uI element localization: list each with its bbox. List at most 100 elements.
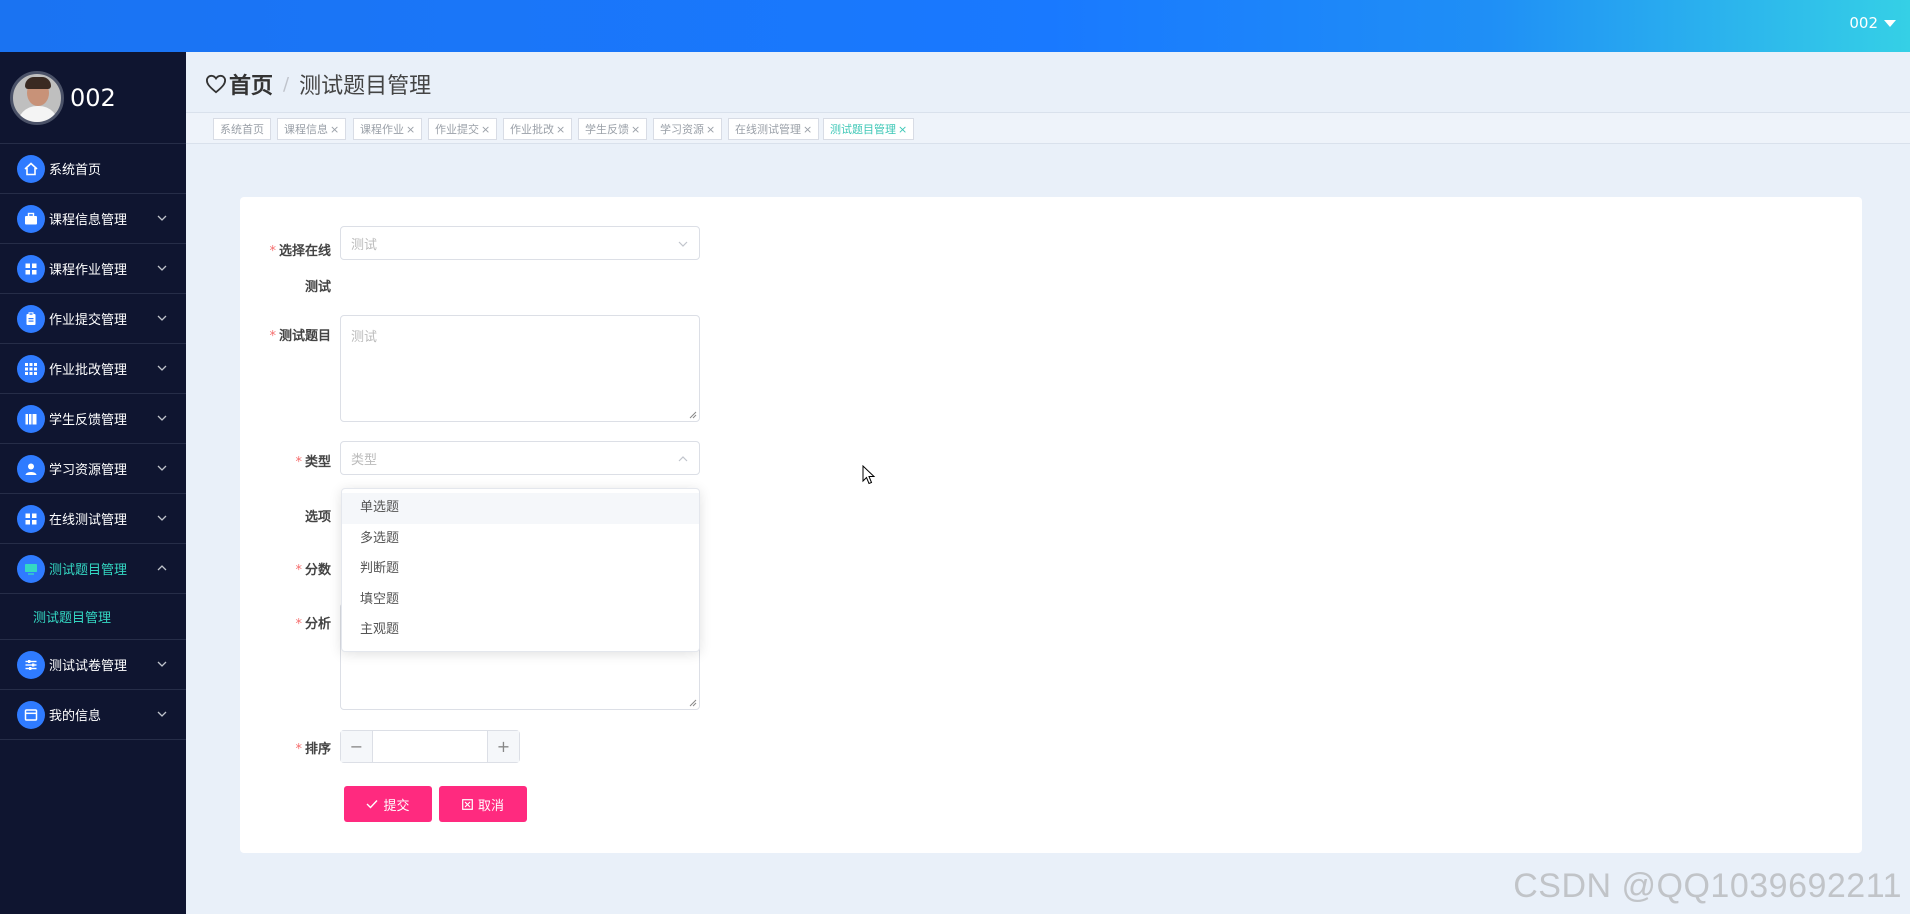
- type-label: * 类型: [295, 455, 331, 470]
- order-input[interactable]: [373, 731, 487, 762]
- question-textarea[interactable]: 测试: [340, 315, 700, 422]
- sidebar-profile: 002: [0, 52, 186, 144]
- order-label: * 排序: [295, 742, 331, 757]
- type-select-placeholder: 类型: [351, 452, 378, 468]
- exam-select[interactable]: 测试: [340, 226, 700, 260]
- sidebar-item-label: 我的信息: [49, 709, 102, 724]
- cancel-button-label: 取消: [477, 798, 504, 814]
- type-option-multiple[interactable]: 多选题: [342, 524, 699, 555]
- type-select[interactable]: 类型: [340, 441, 700, 475]
- chevron-down-icon: [157, 661, 167, 667]
- sidebar-item-learning-resources[interactable]: 学习资源管理: [0, 444, 186, 494]
- apps-icon: [17, 354, 45, 383]
- close-icon[interactable]: ×: [631, 123, 640, 136]
- tab-label: 课程信息: [284, 123, 328, 136]
- chevron-down-icon: [678, 241, 688, 247]
- sidebar-item-label: 系统首页: [49, 163, 102, 178]
- order-stepper: − +: [340, 730, 520, 763]
- tab-homework-grading[interactable]: 作业批改 ×: [503, 118, 573, 140]
- tab-course-homework[interactable]: 课程作业 ×: [353, 118, 423, 140]
- heart-icon: [205, 74, 227, 94]
- analysis-label: * 分析: [295, 617, 331, 632]
- tab-system-home[interactable]: 系统首页: [213, 118, 271, 140]
- cancel-button[interactable]: 取消: [439, 786, 527, 822]
- close-icon[interactable]: ×: [803, 123, 812, 136]
- resize-handle-icon[interactable]: [689, 699, 697, 707]
- close-icon[interactable]: ×: [330, 123, 339, 136]
- chevron-up-icon: [678, 456, 688, 462]
- avatar: [10, 70, 64, 125]
- submit-button-label: 提交: [383, 798, 410, 814]
- user-menu[interactable]: 002: [1849, 14, 1896, 32]
- breadcrumb-current: 测试题目管理: [299, 74, 432, 99]
- increment-button[interactable]: +: [487, 731, 519, 762]
- tab-learning-resources[interactable]: 学习资源 ×: [653, 118, 723, 140]
- score-label: * 分数: [295, 563, 331, 578]
- window-icon: [17, 700, 45, 729]
- sidebar-item-label: 测试题目管理: [49, 563, 128, 578]
- chevron-down-icon: [157, 465, 167, 471]
- check-icon: [366, 800, 378, 809]
- chevron-down-icon: [157, 415, 167, 421]
- options-label: 选项: [304, 510, 331, 525]
- submit-button[interactable]: 提交: [344, 786, 432, 822]
- sidebar-item-homework-grading[interactable]: 作业批改管理: [0, 344, 186, 394]
- tab-label: 系统首页: [220, 123, 264, 136]
- sidebar-item-test-questions[interactable]: 测试题目管理: [0, 544, 186, 594]
- chevron-down-icon: [157, 215, 167, 221]
- type-dropdown: 单选题 多选题 判断题 填空题 主观题: [341, 488, 700, 652]
- tab-homework-submit[interactable]: 作业提交 ×: [428, 118, 498, 140]
- breadcrumb-separator: /: [283, 73, 290, 95]
- sidebar-item-my-info[interactable]: 我的信息: [0, 690, 186, 740]
- close-square-icon: [462, 798, 473, 810]
- close-icon[interactable]: ×: [406, 123, 415, 136]
- close-icon[interactable]: ×: [898, 123, 907, 136]
- tab-online-test[interactable]: 在线测试管理 ×: [728, 118, 820, 140]
- chevron-down-icon: [157, 515, 167, 521]
- type-option-true-false[interactable]: 判断题: [342, 554, 699, 585]
- sidebar-item-label: 课程信息管理: [49, 213, 128, 228]
- sidebar-item-online-test[interactable]: 在线测试管理: [0, 494, 186, 544]
- close-icon[interactable]: ×: [481, 123, 490, 136]
- sidebar-item-label: 作业提交管理: [49, 313, 128, 328]
- breadcrumb: 首页 / 测试题目管理: [205, 68, 431, 100]
- tab-label: 作业批改: [510, 123, 554, 136]
- tab-label: 测试题目管理: [830, 123, 896, 136]
- books-icon: [17, 404, 45, 433]
- sidebar-item-test-papers[interactable]: 测试试卷管理: [0, 640, 186, 690]
- sidebar-item-label: 在线测试管理: [49, 513, 128, 528]
- close-icon[interactable]: ×: [706, 123, 715, 136]
- tab-course-info[interactable]: 课程信息 ×: [277, 118, 347, 140]
- chevron-down-icon: [157, 365, 167, 371]
- briefcase-icon: [17, 204, 45, 233]
- sidebar-item-home[interactable]: 系统首页: [0, 144, 186, 194]
- close-icon[interactable]: ×: [556, 123, 565, 136]
- chevron-up-icon: [157, 565, 167, 571]
- submenu-item-test-questions[interactable]: 测试题目管理: [0, 594, 186, 640]
- exam-label: * 选择在线 测试: [269, 244, 331, 295]
- type-option-single[interactable]: 单选题: [342, 493, 699, 524]
- user-icon: [17, 454, 45, 483]
- breadcrumb-home[interactable]: 首页: [205, 68, 273, 100]
- tab-label: 学生反馈: [585, 123, 629, 136]
- exam-label-line2: 测试: [304, 280, 331, 295]
- sidebar-item-course-homework[interactable]: 课程作业管理: [0, 244, 186, 294]
- top-bar: 002: [0, 0, 1910, 52]
- sidebar-item-label: 学习资源管理: [49, 463, 128, 478]
- tab-label: 在线测试管理: [735, 123, 801, 136]
- sidebar-item-label: 学生反馈管理: [49, 413, 128, 428]
- grid-icon: [17, 504, 45, 533]
- decrement-button[interactable]: −: [341, 731, 373, 762]
- sidebar-item-homework-submit[interactable]: 作业提交管理: [0, 294, 186, 344]
- sidebar-item-student-feedback[interactable]: 学生反馈管理: [0, 394, 186, 444]
- mouse-cursor-icon: [862, 465, 876, 485]
- chevron-down-icon: [157, 711, 167, 717]
- breadcrumb-home-label: 首页: [229, 74, 274, 99]
- type-option-subjective[interactable]: 主观题: [342, 615, 699, 646]
- tab-student-feedback[interactable]: 学生反馈 ×: [578, 118, 648, 140]
- clipboard-icon: [17, 304, 45, 333]
- tab-test-questions[interactable]: 测试题目管理 ×: [823, 118, 915, 140]
- type-option-fill-blank[interactable]: 填空题: [342, 585, 699, 616]
- sidebar-item-course-info[interactable]: 课程信息管理: [0, 194, 186, 244]
- resize-handle-icon[interactable]: [689, 411, 697, 419]
